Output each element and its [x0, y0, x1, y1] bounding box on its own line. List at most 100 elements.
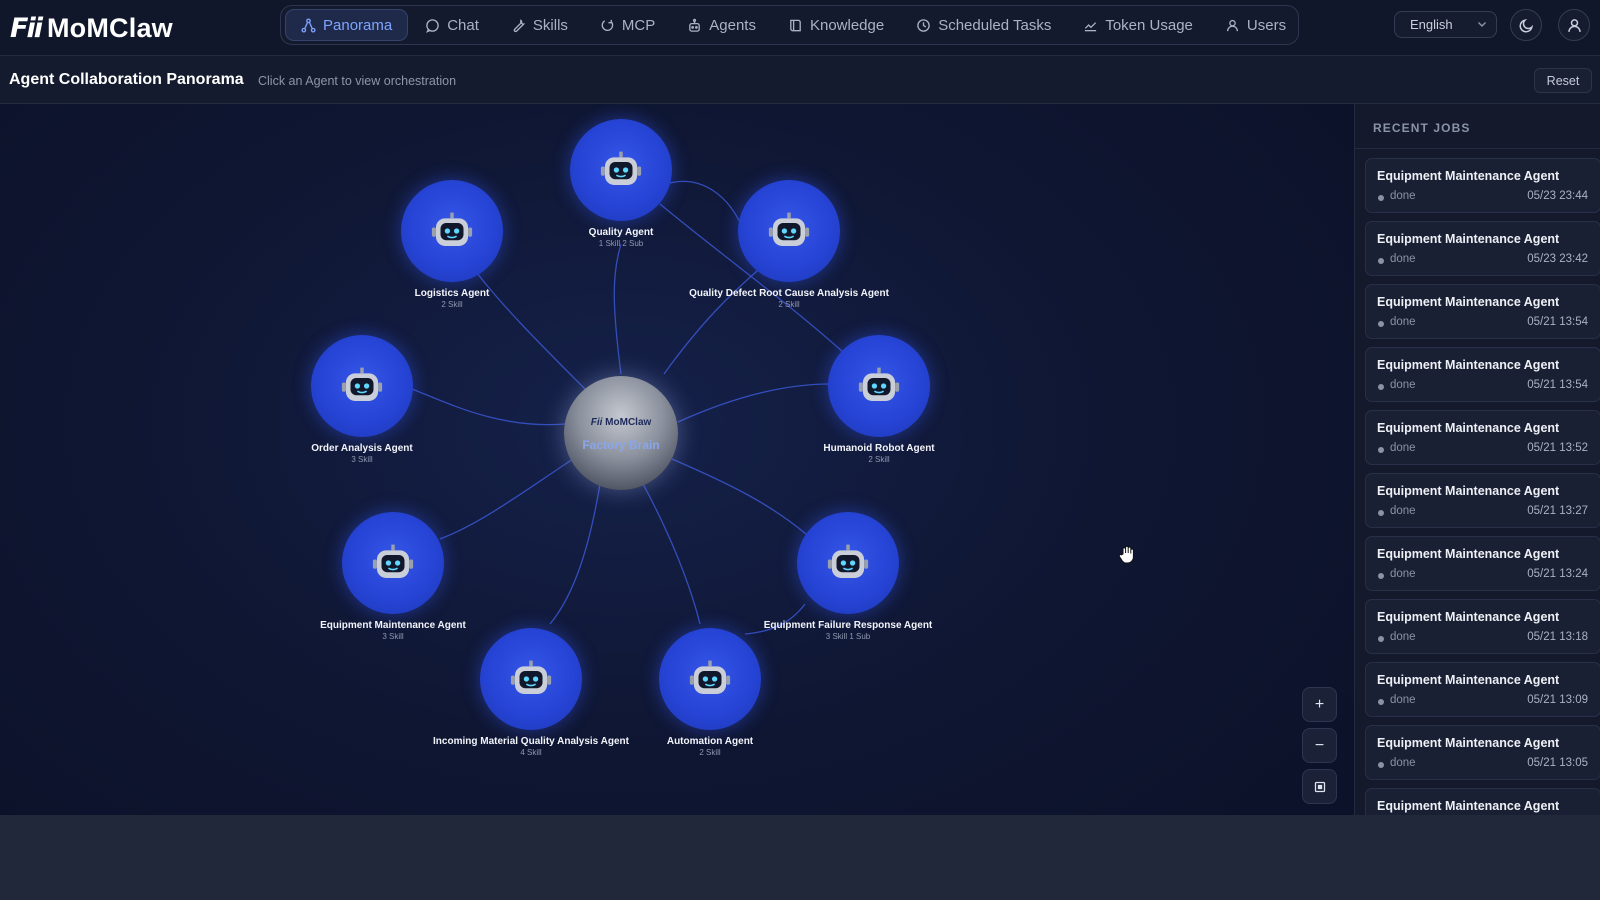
page-title: Agent Collaboration Panorama [9, 71, 244, 88]
language-select[interactable]: English [1394, 11, 1497, 38]
job-card[interactable]: Equipment Maintenance Agent done 05/23 2… [1365, 158, 1600, 213]
agent-node-quality[interactable] [570, 119, 672, 221]
hub-logo-text: MoMClaw [605, 417, 652, 428]
robot-icon [431, 212, 473, 246]
nav-item-panorama[interactable]: Panorama [285, 9, 409, 41]
zoom-in-button[interactable]: + [1302, 687, 1337, 722]
nav-label: Token Usage [1105, 16, 1193, 34]
agent-node-logistics[interactable] [401, 180, 503, 282]
main-nav: Panorama Chat Skills MCP Agents Knowledg… [280, 5, 1299, 45]
job-status: done [1390, 631, 1416, 643]
robot-icon [600, 151, 642, 185]
robot-icon [768, 212, 810, 246]
fit-view-button[interactable] [1302, 769, 1337, 804]
agent-node-humanoid-robot[interactable] [828, 335, 930, 437]
job-name: Equipment Maintenance Agent [1377, 484, 1560, 498]
app-logo[interactable]: Fii MoMClaw [10, 10, 173, 46]
edge-order [411, 388, 566, 426]
edge-incoming [549, 483, 601, 625]
nav-item-chat[interactable]: Chat [410, 9, 494, 41]
agent-node-order-analysis[interactable] [311, 335, 413, 437]
job-status: done [1390, 253, 1416, 265]
status-dot [1378, 510, 1384, 516]
page-header: Agent Collaboration Panorama Click an Ag… [0, 56, 1600, 104]
agent-node-automation[interactable] [659, 628, 761, 730]
job-name: Equipment Maintenance Agent [1377, 232, 1560, 246]
job-name: Equipment Maintenance Agent [1377, 295, 1560, 309]
agent-name: Quality Agent [588, 227, 654, 238]
recent-jobs-panel: RECENT JOBS Equipment Maintenance Agent … [1354, 104, 1600, 815]
job-card[interactable]: Equipment Maintenance Agent done 05/21 1… [1365, 347, 1600, 402]
nav-item-agents[interactable]: Agents [672, 9, 771, 41]
job-card[interactable]: Equipment Maintenance Agent done 05/21 1… [1365, 536, 1600, 591]
top-navigation-bar: Fii MoMClaw Panorama Chat Skills MCP Age… [0, 0, 1600, 56]
agent-name: Humanoid Robot Agent [823, 443, 935, 454]
job-card[interactable]: Equipment Maintenance Agent done 05/21 1… [1365, 725, 1600, 780]
recent-jobs-title: RECENT JOBS [1373, 121, 1471, 135]
status-dot [1378, 762, 1384, 768]
plug-icon [601, 19, 614, 31]
robot-icon [827, 544, 869, 578]
job-time: 05/21 13:54 [1527, 379, 1588, 391]
job-status: done [1390, 316, 1416, 328]
robot-icon [372, 544, 414, 578]
edge-failure-response [671, 458, 807, 535]
job-time: 05/21 13:54 [1527, 316, 1588, 328]
agent-meta: 4 Skill [520, 748, 542, 757]
agent-node-equipment-maintenance[interactable] [342, 512, 444, 614]
job-card[interactable]: Equipment Maintenance Agent done 05/23 2… [1365, 221, 1600, 276]
nav-item-scheduled-tasks[interactable]: Scheduled Tasks [901, 9, 1066, 41]
job-status: done [1390, 442, 1416, 454]
edge-humanoid [677, 383, 831, 423]
theme-toggle-button[interactable] [1510, 9, 1542, 41]
job-status: done [1390, 694, 1416, 706]
nav-item-users[interactable]: Users [1210, 9, 1301, 41]
job-time: 05/21 13:05 [1527, 757, 1588, 769]
agent-meta: 2 Skill [699, 748, 721, 757]
nav-label: Scheduled Tasks [938, 16, 1052, 34]
agent-name: Equipment Maintenance Agent [320, 620, 466, 631]
edge-equipment-maint [439, 458, 574, 540]
factory-brain-hub[interactable]: Fii MoMClaw Factory Brain [564, 376, 678, 490]
job-card[interactable]: Equipment Maintenance Agent done 05/21 1… [1365, 599, 1600, 654]
nav-item-mcp[interactable]: MCP [585, 9, 670, 41]
panorama-canvas[interactable]: Quality Agent 1 Skill 2 Sub Logistics Ag… [0, 104, 1354, 815]
agent-node-quality-defect-root-cause[interactable] [738, 180, 840, 282]
user-menu-button[interactable] [1558, 9, 1590, 41]
agent-node-equipment-failure-response[interactable] [797, 512, 899, 614]
job-card[interactable]: Equipment Maintenance Agent done 05/21 1… [1365, 410, 1600, 465]
job-card[interactable]: Equipment Maintenance Agent done 05/21 1… [1365, 662, 1600, 717]
status-dot [1378, 384, 1384, 390]
job-name: Equipment Maintenance Agent [1377, 547, 1560, 561]
agent-meta: 1 Skill 2 Sub [598, 239, 644, 248]
logo-mark: Fii [10, 12, 43, 44]
nav-label: Panorama [323, 16, 393, 34]
job-name: Equipment Maintenance Agent [1377, 169, 1560, 183]
job-status: done [1390, 379, 1416, 391]
nav-item-token-usage[interactable]: Token Usage [1068, 9, 1208, 41]
job-status: done [1390, 505, 1416, 517]
reset-button[interactable]: Reset [1534, 68, 1592, 93]
page-hint: Click an Agent to view orchestration [258, 74, 457, 88]
job-time: 05/21 13:24 [1527, 568, 1588, 580]
edge-root-cause [663, 263, 766, 375]
status-dot [1378, 699, 1384, 705]
job-card[interactable]: Equipment Maintenance Agent done 05/21 1… [1365, 284, 1600, 339]
nav-label: Agents [709, 16, 756, 34]
job-name: Equipment Maintenance Agent [1377, 610, 1560, 624]
nav-label: Skills [532, 16, 568, 34]
agent-node-incoming-material-quality[interactable] [480, 628, 582, 730]
job-card[interactable]: Equipment Maintenance Agent done 05/21 1… [1365, 473, 1600, 528]
nav-item-skills[interactable]: Skills [496, 9, 583, 41]
divider [1355, 148, 1600, 149]
agent-name: Order Analysis Agent [311, 443, 413, 454]
robot-icon [858, 367, 900, 401]
nav-item-knowledge[interactable]: Knowledge [773, 9, 899, 41]
hand-cursor-icon [1118, 545, 1134, 564]
book-icon [790, 19, 801, 31]
job-card[interactable]: Equipment Maintenance Agent [1365, 788, 1600, 815]
nav-label: MCP [621, 16, 656, 34]
status-dot [1378, 258, 1384, 264]
zoom-out-button[interactable]: − [1302, 728, 1337, 763]
job-time: 05/21 13:18 [1527, 631, 1588, 643]
